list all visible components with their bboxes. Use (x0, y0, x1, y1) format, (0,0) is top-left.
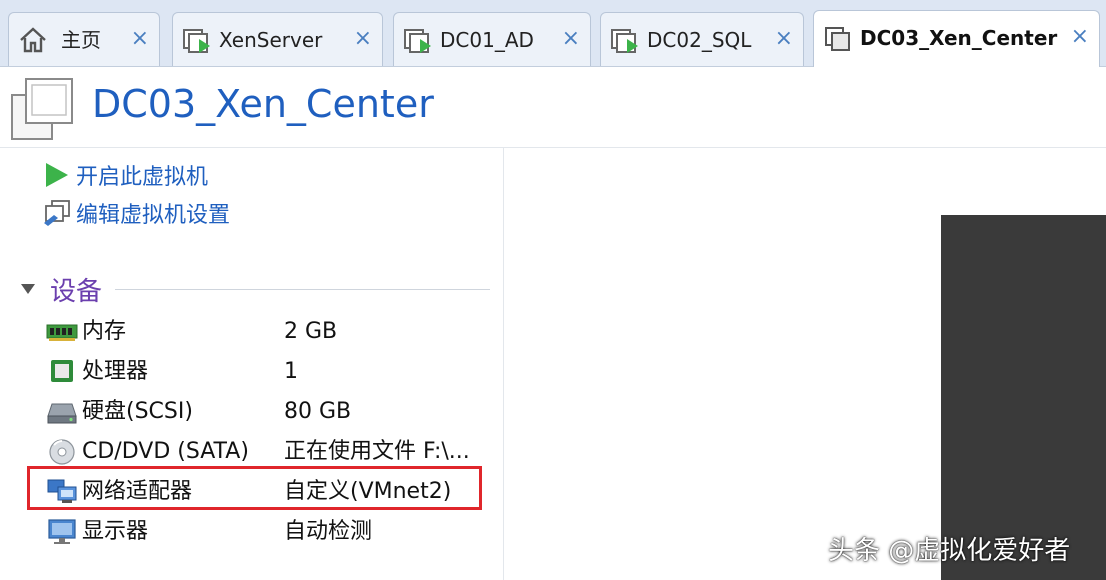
tab-home[interactable]: 主页 × (8, 12, 160, 66)
tab-label: XenServer (219, 28, 323, 52)
hard-disk-icon (47, 403, 77, 424)
tab-dc03-xen-center[interactable]: DC03_Xen_Center × (813, 10, 1100, 67)
device-value: 正在使用文件 F:\... (284, 439, 470, 464)
tab-label: DC02_SQL (647, 28, 752, 52)
device-name: 处理器 (82, 359, 149, 384)
devices-section-toggle[interactable]: 设备 (20, 272, 103, 307)
device-name: CD/DVD (SATA) (82, 439, 249, 464)
section-title: 设备 (50, 276, 103, 307)
close-icon[interactable]: × (775, 27, 793, 51)
device-value: 自动检测 (284, 519, 373, 544)
edit-settings-icon (44, 200, 70, 226)
vm-title: DC03_Xen_Center (92, 82, 434, 126)
network-adapter-highlight (27, 466, 482, 510)
power-on-vm-link[interactable]: 开启此虚拟机 (42, 160, 208, 190)
close-icon[interactable]: × (354, 27, 372, 51)
close-icon[interactable]: × (131, 27, 149, 51)
cpu-icon (51, 360, 73, 382)
tab-label: DC01_AD (440, 28, 534, 52)
device-name: 内存 (82, 319, 127, 344)
cd-dvd-icon (49, 439, 75, 465)
close-icon[interactable]: × (1071, 25, 1089, 49)
tab-bar: 主页 × XenServer × DC01_AD × DC02_SQL × DC… (0, 0, 1106, 67)
vm-header: DC03_Xen_Center (0, 67, 1106, 148)
device-value: 2 GB (284, 319, 338, 344)
device-row-hard-disk[interactable]: 硬盘(SCSI) 80 GB (46, 394, 486, 430)
vm-running-icon (183, 29, 210, 53)
vm-icon (825, 27, 850, 51)
device-value: 80 GB (284, 399, 352, 424)
tab-dc02-sql[interactable]: DC02_SQL × (600, 12, 804, 66)
device-row-cd-dvd[interactable]: CD/DVD (SATA) 正在使用文件 F:\... (46, 434, 486, 470)
device-row-memory[interactable]: 内存 2 GB (46, 314, 486, 350)
edit-settings-label: 编辑虚拟机设置 (76, 203, 231, 228)
vm-large-icon (11, 78, 73, 140)
device-row-processor[interactable]: 处理器 1 (46, 354, 486, 390)
close-icon[interactable]: × (562, 27, 580, 51)
tab-label: DC03_Xen_Center (860, 26, 1058, 50)
watermark: 头条 @虚拟化爱好者 (828, 536, 1071, 566)
monitor-icon (48, 519, 76, 544)
tab-label: 主页 (61, 28, 101, 52)
home-icon (20, 27, 46, 53)
device-row-display[interactable]: 显示器 自动检测 (46, 514, 486, 550)
vm-running-icon (611, 29, 638, 53)
memory-icon (46, 324, 78, 341)
section-divider (115, 289, 490, 290)
vm-console-thumbnail[interactable] (941, 215, 1106, 580)
vm-details-panel: 开启此虚拟机 编辑虚拟机设置 设备 内存 2 GB 处理器 1 硬盘(SCSI)… (0, 148, 504, 580)
device-name: 硬盘(SCSI) (82, 399, 193, 424)
edit-vm-settings-link[interactable]: 编辑虚拟机设置 (42, 198, 230, 228)
play-icon (46, 163, 68, 187)
chevron-down-icon (21, 284, 35, 294)
vm-running-icon (404, 29, 431, 53)
tab-xenserver[interactable]: XenServer × (172, 12, 383, 66)
device-name: 显示器 (82, 519, 149, 544)
tab-dc01-ad[interactable]: DC01_AD × (393, 12, 591, 66)
power-on-label: 开启此虚拟机 (76, 165, 209, 190)
device-value: 1 (284, 359, 298, 384)
